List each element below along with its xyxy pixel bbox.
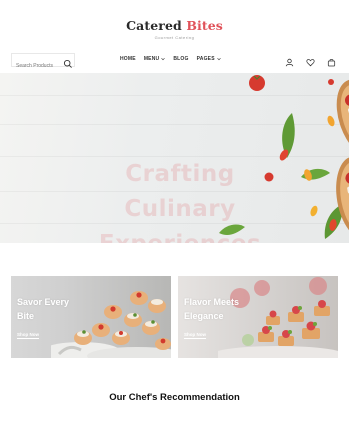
brand-tagline: Gourmet Catering <box>154 35 195 40</box>
promo-title: Flavor Meets Elegance <box>184 297 240 321</box>
promo-card-text: Savor Every Bite Shop Now <box>17 295 87 341</box>
section-title-recommendation: Our Chef's Recommendation <box>109 392 240 403</box>
promo-card-flavor[interactable]: Flavor Meets Elegance Shop Now <box>178 276 338 358</box>
chevron-down-icon <box>161 57 166 61</box>
search-input[interactable] <box>12 60 60 72</box>
user-icon[interactable] <box>285 54 294 67</box>
nav-pages[interactable]: PAGES <box>197 56 221 62</box>
heart-icon[interactable] <box>306 54 315 67</box>
hero-bruschetta-image <box>219 75 349 240</box>
search-icon[interactable] <box>63 56 73 68</box>
promo-card-savor[interactable]: Savor Every Bite Shop Now <box>11 276 171 358</box>
nav-menu[interactable]: MENU <box>144 56 166 62</box>
nav-home-label: HOME <box>120 56 136 62</box>
nav-home[interactable]: HOME <box>120 56 136 62</box>
shop-now-link[interactable]: Shop Now <box>184 332 206 339</box>
promo-card-text: Flavor Meets Elegance Shop Now <box>184 295 254 341</box>
promo-title: Savor Every Bite <box>17 297 70 321</box>
search-box <box>11 53 75 72</box>
navbar: HOME MENU BLOG PAGES <box>0 50 349 72</box>
nav-blog[interactable]: BLOG <box>173 56 188 62</box>
brand-name-part1: Catered <box>126 18 182 33</box>
nav-menu-label: MENU <box>143 56 160 62</box>
main-menu: HOME MENU BLOG PAGES <box>120 56 221 62</box>
brand-name: Catered Bites <box>0 18 349 33</box>
nav-blog-label: BLOG <box>173 56 189 62</box>
hero-banner: Crafting Culinary Experiences <box>0 73 349 243</box>
nav-pages-label: PAGES <box>196 56 215 62</box>
header-icons <box>285 54 336 67</box>
brand-logo[interactable]: Catered Bites Gourmet Catering <box>0 18 349 40</box>
brand-name-part2: Bites <box>186 18 223 33</box>
chevron-down-icon <box>217 57 221 61</box>
shop-now-link[interactable]: Shop Now <box>17 332 39 339</box>
cart-icon[interactable] <box>327 54 336 67</box>
